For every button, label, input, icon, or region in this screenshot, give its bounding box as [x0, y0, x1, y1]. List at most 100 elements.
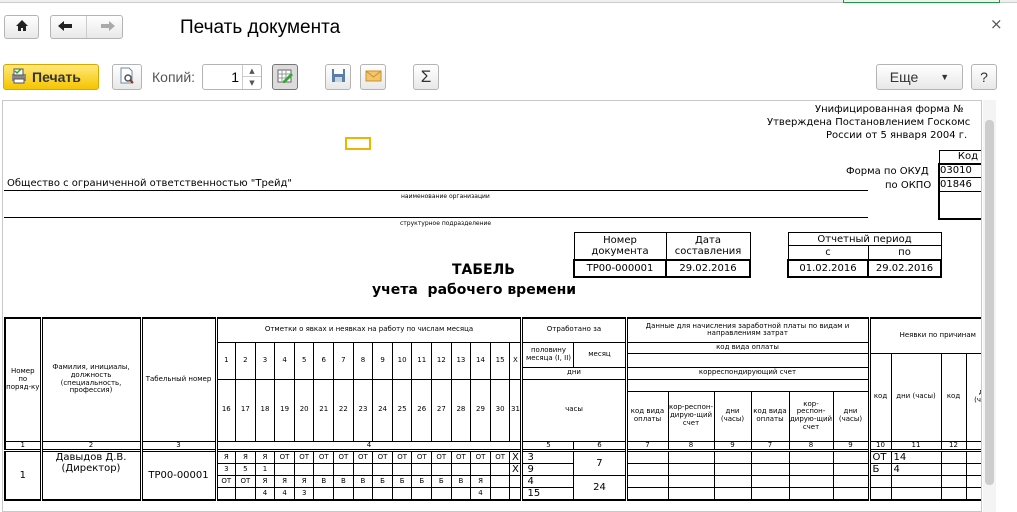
stepper-up-icon[interactable]: ▲ — [242, 65, 261, 77]
close-icon[interactable]: × — [990, 15, 1003, 33]
col-number: 3 — [139, 440, 217, 452]
day-mark — [372, 463, 393, 477]
day-header: 7 — [333, 341, 354, 380]
pay-cell — [713, 475, 752, 489]
day-mark: 3 — [293, 487, 315, 501]
day-mark: Я — [254, 475, 276, 489]
pay-cell — [750, 463, 790, 477]
day-mark — [214, 487, 237, 501]
day-mark: ОТ — [214, 475, 237, 489]
day-header: 23 — [352, 378, 374, 442]
day-mark — [313, 463, 335, 477]
pay-cell — [832, 475, 870, 489]
day-mark: ОТ — [411, 450, 433, 465]
timesheet-title: ТАБЕЛЬ — [452, 262, 515, 278]
pay-cell — [750, 450, 790, 465]
pay-cell — [667, 463, 715, 477]
period-from: 01.02.2016 — [787, 258, 869, 278]
okud-label: Форма по ОКУД — [846, 166, 929, 177]
vertical-scrollbar[interactable] — [983, 100, 996, 512]
day-header: 10 — [391, 341, 413, 380]
doc-number-header: Номер документа — [573, 232, 667, 260]
preview-button[interactable] — [112, 64, 142, 90]
day-mark: В — [313, 475, 335, 489]
worked-header: Отработано за — [520, 317, 627, 343]
day-mark: ОТ — [293, 450, 315, 465]
day-mark: Я — [274, 475, 295, 489]
sum-button[interactable]: Σ — [413, 64, 439, 90]
employee-position: (Директор) — [61, 463, 121, 475]
home-button[interactable] — [4, 15, 39, 39]
day-header: 19 — [274, 378, 295, 442]
day-mark: ОТ — [450, 450, 472, 465]
pay-cell — [750, 475, 790, 489]
pay-cell — [624, 475, 669, 489]
day-header: 30 — [489, 378, 511, 442]
pay-cell — [713, 487, 752, 501]
employee-name: Давыдов Д.В. — [55, 452, 127, 464]
day-header: 17 — [235, 378, 256, 442]
employee-name-cell: Давыдов Д.В. (Директор) — [39, 450, 142, 501]
pay-cell — [788, 450, 834, 465]
day-header: 2 — [235, 341, 256, 380]
envelope-icon — [365, 69, 382, 85]
day-mark — [313, 487, 335, 501]
day-mark: ОТ — [235, 475, 256, 489]
forward-arrow-icon[interactable] — [100, 19, 116, 35]
half-month-header: половину месяца (I, II) — [520, 341, 575, 368]
doc-date: 29.02.2016 — [665, 258, 751, 278]
copies-stepper[interactable]: 1 ▲ ▼ — [202, 64, 262, 90]
day-mark: Я — [214, 450, 237, 465]
half-month-value: 4 — [520, 475, 575, 489]
col-number: 8 — [667, 440, 715, 452]
day-header: 4 — [274, 341, 295, 380]
stepper-down-icon[interactable]: ▼ — [242, 77, 261, 89]
day-header: 16 — [214, 378, 237, 442]
pay-cell — [667, 487, 715, 501]
day-mark — [333, 463, 354, 477]
half-month-value: 9 — [520, 463, 575, 477]
pay-cell — [788, 487, 834, 501]
day-mark: Б — [372, 475, 393, 489]
col-number: 5 — [520, 440, 575, 452]
doc-date-header: Дата составления — [665, 232, 751, 260]
col-number: 4 — [214, 440, 523, 452]
day-mark: 5 — [235, 463, 256, 477]
day-mark — [274, 463, 295, 477]
day-header: 20 — [293, 378, 315, 442]
col-number: 7 — [750, 440, 790, 452]
more-button[interactable]: Еще ▼ — [876, 64, 963, 90]
absence-days-header: дни (часы) — [890, 352, 942, 442]
print-button[interactable]: Печать — [3, 64, 99, 90]
day-mark: X — [509, 450, 523, 465]
save-button[interactable] — [325, 64, 351, 90]
day-mark — [489, 487, 511, 501]
day-header: 28 — [450, 378, 472, 442]
back-arrow-icon[interactable] — [57, 19, 73, 35]
day-mark — [450, 463, 472, 477]
email-button[interactable] — [360, 64, 386, 90]
scrollbar-thumb[interactable] — [985, 120, 994, 485]
selected-cell[interactable] — [345, 137, 371, 150]
day-mark: В — [450, 475, 472, 489]
copies-label: Копий: — [152, 69, 196, 85]
absence-value — [940, 463, 967, 477]
day-mark — [391, 487, 413, 501]
day-header: 5 — [293, 341, 315, 380]
document-preview[interactable]: Унифицированная форма № Утверждена Поста… — [2, 100, 982, 512]
month-value: 7 — [573, 450, 627, 477]
floppy-disk-icon — [331, 68, 346, 86]
day-mark — [450, 487, 472, 501]
help-button[interactable]: ? — [971, 64, 997, 90]
day-header: 1 — [214, 341, 237, 380]
day-mark: ОТ — [333, 450, 354, 465]
pay-cell — [624, 487, 669, 501]
pay-cell — [624, 463, 669, 477]
day-mark: ОТ — [274, 450, 295, 465]
employee-tab-number: ТР00-00001 — [139, 450, 217, 501]
pay-cell — [667, 450, 715, 465]
copies-value[interactable]: 1 — [231, 69, 239, 85]
pay-cell — [832, 450, 870, 465]
table-pencil-icon — [277, 68, 293, 87]
edit-table-button[interactable] — [272, 64, 298, 90]
